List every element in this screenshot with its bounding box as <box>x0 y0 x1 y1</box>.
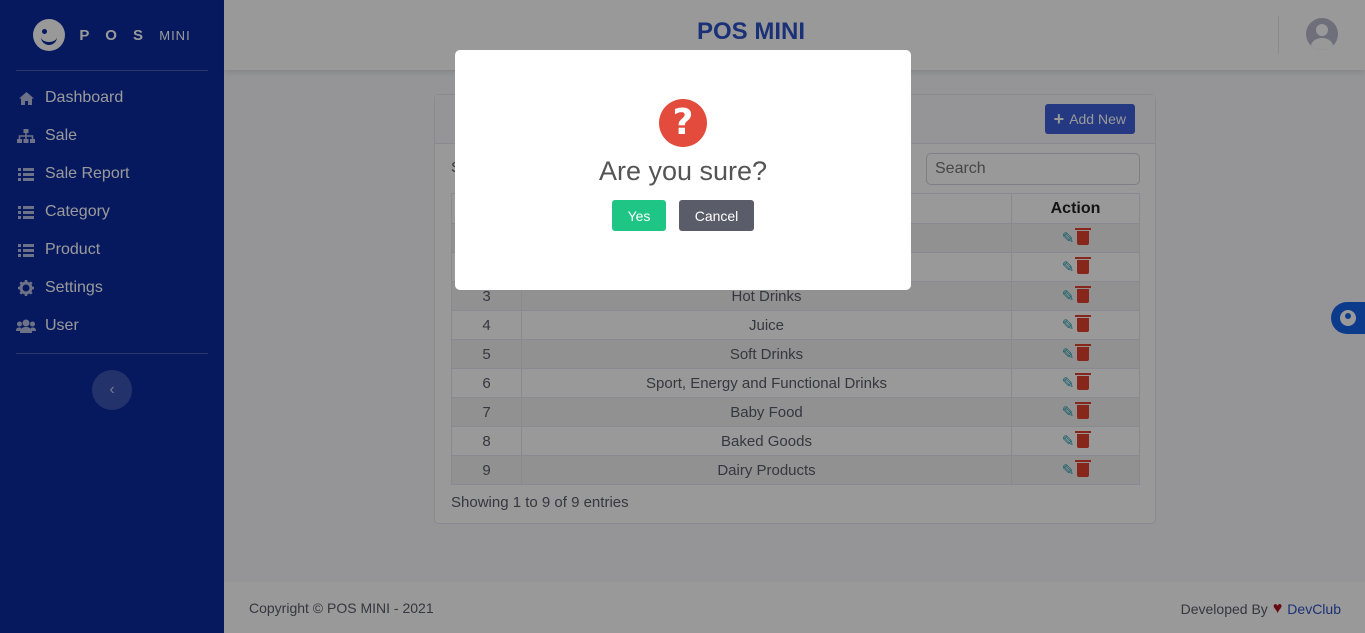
dialog-actions: Yes Cancel <box>455 200 911 231</box>
cancel-button[interactable]: Cancel <box>679 200 754 231</box>
confirm-dialog: ? Are you sure? Yes Cancel <box>455 50 911 290</box>
question-icon: ? <box>659 99 707 147</box>
dialog-title: Are you sure? <box>598 156 768 186</box>
yes-button[interactable]: Yes <box>612 200 666 231</box>
